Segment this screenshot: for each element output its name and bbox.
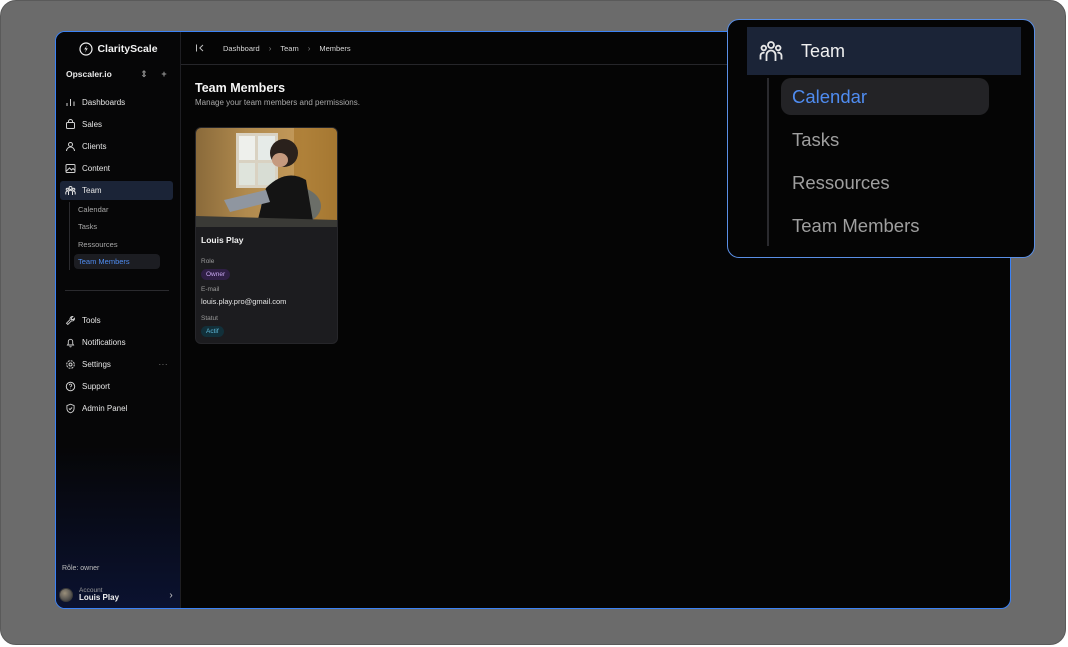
sidebar-item-label: Dashboards xyxy=(82,98,126,107)
sidebar-divider xyxy=(65,290,169,291)
sidebar-item-label: Clients xyxy=(82,142,107,151)
sidebar-item-label: Tools xyxy=(82,316,101,325)
workspace-name: Opscaler.io xyxy=(66,69,112,79)
sidebar-subitem-team-members[interactable]: Team Members xyxy=(74,254,160,269)
email-label: E-mail xyxy=(201,286,220,293)
sidebar-item-label: Notifications xyxy=(82,338,126,347)
zoom-team-header[interactable]: Team xyxy=(747,27,1021,75)
sidebar-item-clients[interactable]: Clients xyxy=(60,137,173,156)
zoom-item-calendar[interactable]: Calendar xyxy=(781,78,989,115)
sidebar-item-notifications[interactable]: Notifications xyxy=(60,333,173,352)
sidebar-collapse-icon[interactable] xyxy=(195,43,205,53)
member-name: Louis Play xyxy=(201,235,244,245)
zoom-callout: Team Calendar Tasks Ressources Team Memb… xyxy=(727,19,1035,258)
page-title: Team Members xyxy=(195,81,286,95)
status-label: Statut xyxy=(201,315,218,322)
chevron-updown-icon[interactable]: ⇕ xyxy=(138,69,150,80)
bar-chart-icon xyxy=(66,99,75,106)
sidebar-subitem-ressources[interactable]: Ressources xyxy=(74,237,160,252)
submenu-guide-line xyxy=(69,202,70,270)
image-icon xyxy=(65,164,76,173)
account-name: Louis Play xyxy=(79,593,120,603)
sidebar-item-label: Sales xyxy=(82,120,103,129)
chevron-right-icon[interactable]: › xyxy=(165,590,177,601)
workspace-switcher[interactable]: Opscaler.io ⇕ + xyxy=(66,67,170,81)
more-icon[interactable]: ··· xyxy=(159,360,169,369)
plus-icon[interactable]: + xyxy=(158,69,170,79)
member-photo xyxy=(196,128,337,227)
sidebar-item-label: Settings xyxy=(82,360,111,369)
wrench-icon xyxy=(65,316,75,326)
sidebar-item-dashboards[interactable]: Dashboards xyxy=(60,93,173,112)
zoom-item-tasks[interactable]: Tasks xyxy=(781,121,989,158)
account-menu[interactable]: Account Louis Play › xyxy=(59,584,177,606)
zoom-guide-line xyxy=(767,78,769,246)
sidebar-item-label: Admin Panel xyxy=(82,404,128,413)
sidebar-item-content[interactable]: Content xyxy=(60,159,173,178)
team-icon xyxy=(65,186,76,195)
sidebar-item-team[interactable]: Team xyxy=(60,181,173,200)
shopping-bag-icon xyxy=(66,119,75,129)
breadcrumb-separator-icon: › xyxy=(268,43,272,53)
breadcrumb-team[interactable]: Team xyxy=(280,44,298,53)
zoom-item-team-members[interactable]: Team Members xyxy=(781,207,989,244)
role-label: Role xyxy=(201,258,215,265)
avatar xyxy=(59,588,73,602)
role-indicator: Rôle: owner xyxy=(62,565,100,572)
bell-icon xyxy=(66,338,75,348)
sidebar-item-sales[interactable]: Sales xyxy=(60,115,173,134)
page-subtitle: Manage your team members and permissions… xyxy=(195,98,360,107)
help-icon xyxy=(65,381,76,392)
breadcrumb-members: Members xyxy=(319,43,351,53)
sidebar: ClarityScale Opscaler.io ⇕ + Dashboards … xyxy=(56,32,181,608)
brand-name: ClarityScale xyxy=(97,43,158,55)
breadcrumb-dashboard[interactable]: Dashboard xyxy=(223,44,260,53)
brand-logo-icon xyxy=(79,42,94,56)
user-icon xyxy=(66,142,75,152)
sidebar-item-admin-panel[interactable]: Admin Panel xyxy=(60,399,173,418)
sidebar-item-support[interactable]: Support xyxy=(60,377,173,396)
brand[interactable]: ClarityScale xyxy=(56,40,181,58)
zoom-item-ressources[interactable]: Ressources xyxy=(781,164,989,201)
team-icon xyxy=(759,41,783,61)
zoom-header-label: Team xyxy=(801,40,846,61)
member-card[interactable]: Louis Play Role Owner E-mail louis.play.… xyxy=(195,127,338,344)
sidebar-item-label: Content xyxy=(82,164,111,173)
sidebar-item-tools[interactable]: Tools xyxy=(60,311,173,330)
sidebar-item-label: Support xyxy=(82,382,111,391)
shield-icon xyxy=(66,403,75,414)
role-badge: Owner xyxy=(201,269,231,280)
status-badge: Actif xyxy=(201,326,224,337)
sidebar-item-settings[interactable]: Settings ··· xyxy=(60,355,173,374)
sidebar-subitem-tasks[interactable]: Tasks xyxy=(74,219,160,234)
sidebar-subitem-calendar[interactable]: Calendar xyxy=(74,202,160,217)
sidebar-item-label: Team xyxy=(82,186,102,195)
member-email[interactable]: louis.play.pro@gmail.com xyxy=(201,297,286,306)
breadcrumb-separator-icon: › xyxy=(307,43,311,53)
gear-icon xyxy=(66,360,75,369)
